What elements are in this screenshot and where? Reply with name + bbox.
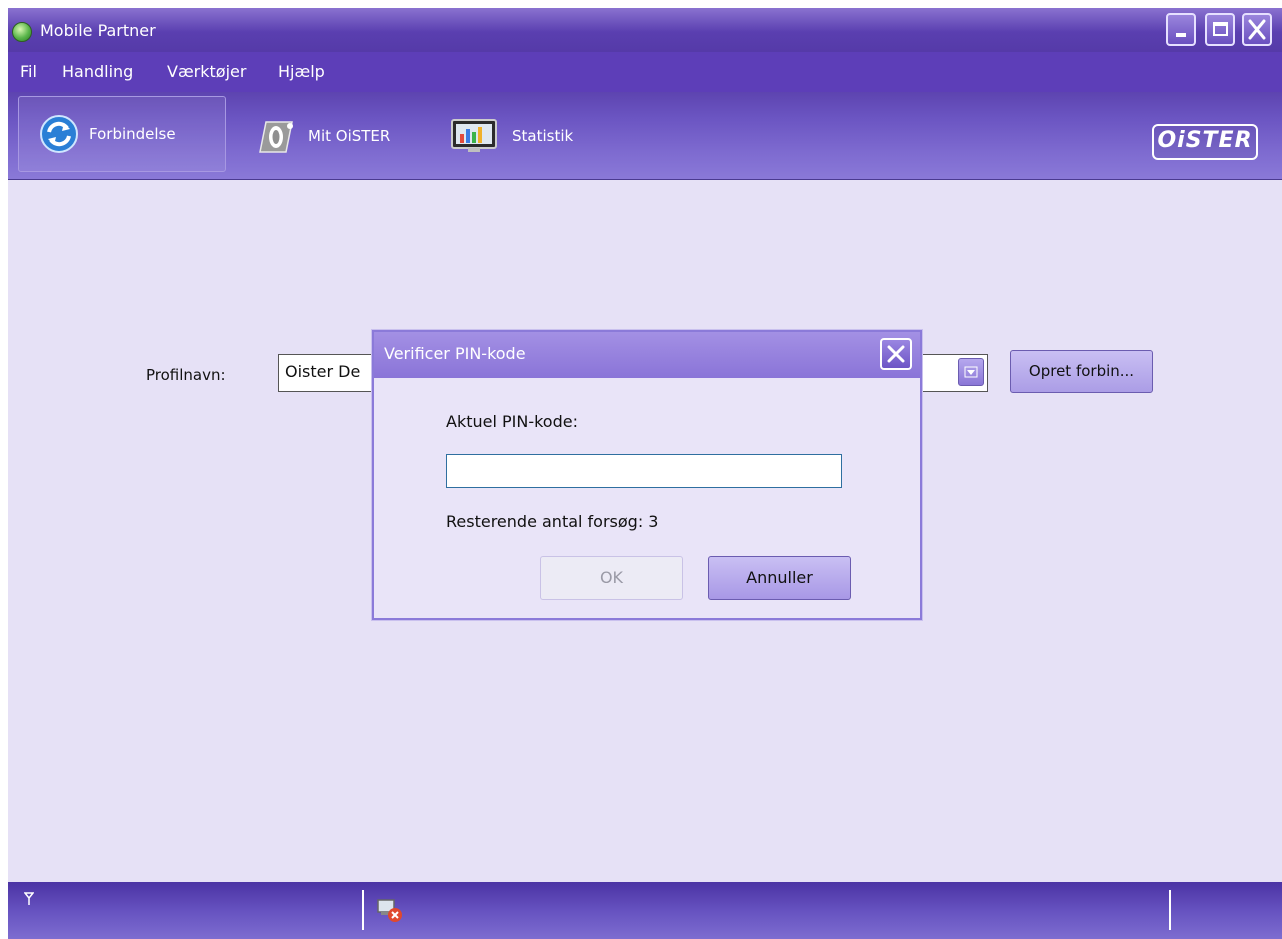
statistics-tab-label: Statistik: [512, 127, 574, 145]
connection-tab-label: Forbindelse: [89, 125, 176, 143]
dialog-close-button[interactable]: [880, 338, 912, 370]
current-pin-label: Aktuel PIN-kode:: [446, 412, 578, 431]
minimize-button[interactable]: [1166, 13, 1196, 46]
statistics-monitor-icon: [451, 119, 497, 152]
chevron-down-icon: [964, 366, 978, 378]
maximize-button[interactable]: [1205, 13, 1235, 46]
cancel-button[interactable]: Annuller: [708, 556, 851, 600]
profile-dropdown-button[interactable]: [958, 358, 984, 386]
connect-button[interactable]: Opret forbin...: [1010, 350, 1153, 393]
oister-o-icon: [259, 121, 293, 153]
main-toolbar: Forbindelse Mit OiSTER Statistik: [8, 92, 1282, 180]
network-disconnected-icon: [377, 899, 402, 922]
menu-vaerktojer[interactable]: Værktøjer: [167, 62, 246, 82]
status-separator: [1169, 890, 1171, 930]
status-separator: [362, 890, 364, 930]
window-title: Mobile Partner: [40, 21, 156, 40]
dialog-title-bar: Verificer PIN-kode: [374, 332, 920, 378]
signal-antenna-icon: [24, 892, 34, 905]
my-oister-tab[interactable]: Mit OiSTER: [252, 92, 390, 180]
refresh-connection-icon: [40, 115, 78, 153]
menu-handling[interactable]: Handling: [62, 62, 133, 82]
close-icon: [1248, 19, 1266, 40]
connection-tab[interactable]: Forbindelse: [18, 96, 226, 172]
maximize-icon: [1213, 22, 1228, 36]
oister-logo: OiSTER: [1152, 124, 1258, 160]
verify-pin-dialog: Verificer PIN-kode Aktuel PIN-kode: Rest…: [372, 330, 922, 620]
menu-fil[interactable]: Fil: [20, 62, 37, 82]
title-bar: Mobile Partner: [8, 8, 1282, 52]
close-button[interactable]: [1242, 13, 1272, 46]
menu-hjaelp[interactable]: Hjælp: [278, 62, 325, 82]
remaining-attempts-text: Resterende antal forsøg: 3: [446, 512, 659, 531]
pin-input[interactable]: [446, 454, 842, 488]
status-bar: [8, 882, 1282, 939]
my-oister-tab-label: Mit OiSTER: [308, 127, 391, 145]
app-icon: [12, 22, 32, 42]
close-icon: [887, 345, 905, 363]
profile-label: Profilnavn:: [146, 366, 226, 384]
ok-button[interactable]: OK: [540, 556, 683, 600]
dialog-title: Verificer PIN-kode: [384, 344, 526, 363]
menu-bar: Fil Handling Værktøjer Hjælp: [8, 52, 1282, 92]
minimize-icon: [1176, 33, 1186, 37]
statistics-tab[interactable]: Statistik: [446, 92, 573, 180]
